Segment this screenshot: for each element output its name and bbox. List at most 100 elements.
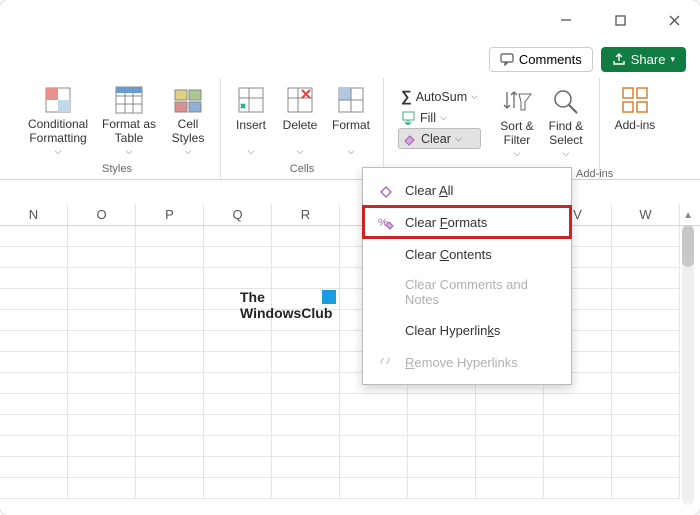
conditional-formatting-button[interactable]: Conditional Formatting ⌵ [22,82,94,161]
remove-link-icon [377,353,395,371]
format-button[interactable]: Format ⌵ [327,82,375,161]
addins-label: Add-ins [615,118,656,132]
remove-hyperlinks-item: Remove Hyperlinks [363,346,571,378]
scroll-up-arrow[interactable]: ▲ [683,210,693,221]
ribbon-group-editing: ∑ AutoSum ⌵ Fill ⌵ Clear ⌵ Sort & Filter… [384,78,600,179]
minimize-button[interactable] [548,2,584,38]
watermark-line2: WindowsClub [240,305,332,321]
delete-label: Delete [283,118,318,132]
vertical-scrollbar[interactable] [682,225,694,505]
chevron-down-icon: ⌵ [471,91,478,102]
delete-button[interactable]: Delete ⌵ [277,82,323,161]
share-button[interactable]: Share ▾ [601,47,686,72]
clear-button[interactable]: Clear ⌵ [398,128,481,149]
watermark-logo [322,290,336,304]
chevron-down-icon: ⌵ [297,146,304,157]
svg-text:%: % [378,217,388,229]
group-label-styles: Styles [102,161,132,177]
watermark-line1: The [240,289,332,305]
find-select-label: Find & Select [549,120,584,148]
sheet-area: N O P Q R S T U V W The WindowsClub [0,204,700,499]
chevron-down-icon: ⌵ [126,146,133,157]
chevron-down-icon: ⌵ [563,148,570,159]
clear-dropdown: Clear All % Clear Formats Clear Contents… [362,167,572,385]
insert-button[interactable]: Insert ⌵ [229,82,273,161]
comments-label: Comments [519,52,582,67]
comments-button[interactable]: Comments [489,47,593,72]
cell-styles-button[interactable]: Cell Styles ⌵ [164,82,212,161]
find-select-button[interactable]: Find & Select ⌵ [541,84,591,161]
share-icon [612,52,626,66]
clear-formats-icon: % [377,213,395,231]
cell-styles-icon [172,84,204,116]
comment-icon [500,52,514,66]
autosum-label: AutoSum [416,90,467,104]
chevron-down-icon: ⌵ [514,148,521,159]
chevron-down-icon: ⌵ [248,146,255,157]
blank-icon [377,321,395,339]
format-as-table-label: Format as Table [102,118,156,146]
ribbon: Conditional Formatting ⌵ Format as Table… [0,78,700,180]
maximize-button[interactable] [602,2,638,38]
clear-contents-label: Clear Contents [405,247,492,262]
ribbon-group-addins: Add-ins [600,78,670,179]
table-icon [113,84,145,116]
chevron-down-icon: ▾ [670,54,675,65]
clear-hyperlinks-item[interactable]: Clear Hyperlinks [363,314,571,346]
sort-filter-label: Sort & Filter [500,120,533,148]
clear-formats-item[interactable]: % Clear Formats [363,206,571,238]
chevron-down-icon: ⌵ [55,146,62,157]
clear-contents-item[interactable]: Clear Contents [363,238,571,270]
fill-down-icon [401,110,416,125]
conditional-formatting-icon [42,84,74,116]
addins-button[interactable]: Add-ins [608,82,662,177]
addins-icon [619,84,651,116]
eraser-icon [377,181,395,199]
delete-cells-icon [284,84,316,116]
close-button[interactable] [656,2,692,38]
insert-label: Insert [236,118,266,132]
top-actions: Comments Share ▾ [0,40,700,78]
chevron-down-icon: ⌵ [185,146,192,157]
scroll-thumb[interactable] [682,225,694,267]
col-header[interactable]: P [136,204,204,225]
format-cells-icon [335,84,367,116]
share-label: Share [631,52,666,67]
group-label-addins: Add-ins [576,168,613,180]
conditional-formatting-label: Conditional Formatting [28,118,88,146]
clear-label: Clear [421,132,451,146]
blank-icon [377,245,395,263]
clear-comments-label: Clear Comments and Notes [405,277,557,307]
fill-button[interactable]: Fill ⌵ [398,108,481,127]
remove-hyperlinks-label: Remove Hyperlinks [405,355,518,370]
chevron-down-icon: ⌵ [455,133,462,144]
group-label-cells: Cells [290,161,314,177]
grid[interactable]: The WindowsClub [0,226,700,499]
sort-filter-button[interactable]: Sort & Filter ⌵ [493,84,541,161]
ribbon-group-styles: Conditional Formatting ⌵ Format as Table… [14,78,221,179]
clear-comments-item: Clear Comments and Notes [363,270,571,314]
col-header[interactable]: R [272,204,340,225]
insert-cells-icon [235,84,267,116]
clear-all-item[interactable]: Clear All [363,174,571,206]
blank-icon [377,283,395,301]
eraser-icon [402,131,417,146]
format-label: Format [332,118,370,132]
clear-hyperlinks-label: Clear Hyperlinks [405,323,500,338]
clear-formats-label: Clear Formats [405,215,487,230]
watermark: The WindowsClub [240,289,332,321]
column-headers: N O P Q R S T U V W [0,204,700,226]
clear-all-label: Clear All [405,183,453,198]
magnifier-icon [550,86,582,118]
col-header[interactable]: W [612,204,680,225]
chevron-down-icon: ⌵ [348,146,355,157]
col-header[interactable]: O [68,204,136,225]
format-as-table-button[interactable]: Format as Table ⌵ [98,82,160,161]
autosum-button[interactable]: ∑ AutoSum ⌵ [398,86,481,107]
fill-label: Fill [420,111,436,125]
col-header[interactable]: N [0,204,68,225]
col-header[interactable]: Q [204,204,272,225]
chevron-down-icon: ⌵ [440,112,447,123]
titlebar [0,0,700,40]
sort-filter-icon [501,86,533,118]
